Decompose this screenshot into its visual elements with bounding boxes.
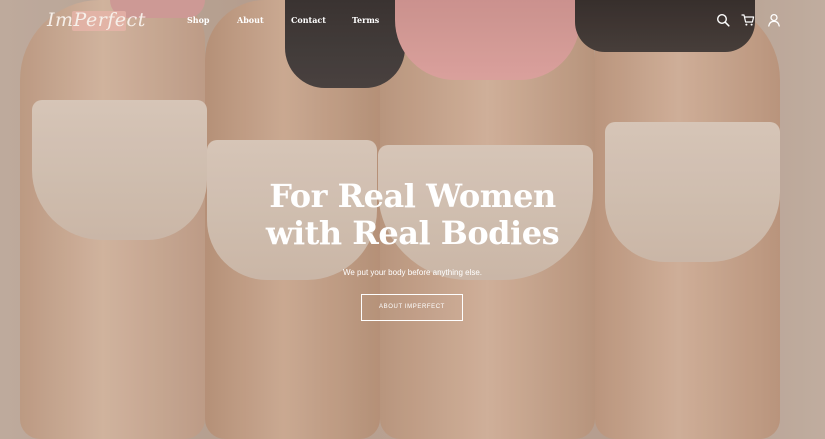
- headline-line-1: For Real Women: [269, 177, 556, 215]
- search-icon[interactable]: [716, 13, 730, 27]
- cart-icon[interactable]: [741, 13, 755, 27]
- nav-item-contact[interactable]: Contact: [291, 15, 326, 25]
- nav-item-shop[interactable]: Shop: [187, 15, 210, 25]
- nav-item-about[interactable]: About: [237, 15, 264, 25]
- logo-text: ImPerfect: [47, 9, 146, 31]
- brand-logo[interactable]: ImPerfect: [47, 9, 145, 35]
- headline-line-2: with Real Bodies: [265, 214, 560, 252]
- user-icon[interactable]: [767, 13, 781, 27]
- site-header: ImPerfect Shop About Contact Terms: [0, 0, 825, 40]
- hero-headline: For Real Women with Real Bodies: [0, 178, 825, 252]
- nav-item-terms[interactable]: Terms: [352, 15, 379, 25]
- hero-subtitle: We put your body before anything else.: [342, 268, 483, 277]
- hero-section: ImPerfect Shop About Contact Terms For R…: [0, 0, 825, 439]
- about-imperfect-button[interactable]: ABOUT IMPERFECT: [361, 294, 463, 321]
